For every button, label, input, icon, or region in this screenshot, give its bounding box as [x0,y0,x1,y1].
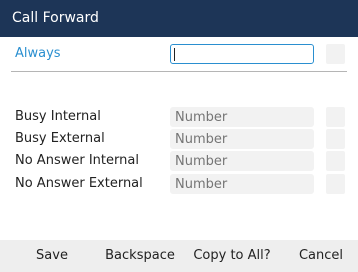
always-toggle-checkbox[interactable] [326,44,345,64]
copy-to-all-softkey[interactable]: Copy to All? [186,240,278,272]
busy-internal-number-input[interactable] [170,107,314,127]
forward-row-always[interactable]: Always [0,43,358,65]
busy-internal-toggle-checkbox[interactable] [326,107,345,127]
call-forward-screen: Call Forward Always Busy Internal Busy E… [0,0,358,272]
no-answer-internal-label: No Answer Internal [15,153,139,168]
text-cursor [174,48,175,61]
no-answer-external-number-input[interactable] [170,174,314,194]
busy-external-number-input[interactable] [170,129,314,149]
forward-row-no-answer-external[interactable]: No Answer External [0,173,358,195]
backspace-softkey[interactable]: Backspace [100,240,180,272]
save-softkey[interactable]: Save [24,240,80,272]
softkey-bar: Save Backspace Copy to All? Cancel [0,240,358,272]
no-answer-external-label: No Answer External [15,176,143,191]
no-answer-internal-number-input[interactable] [170,151,314,171]
busy-external-toggle-checkbox[interactable] [326,129,345,149]
forward-row-busy-internal[interactable]: Busy Internal [0,106,358,128]
forward-row-busy-external[interactable]: Busy External [0,128,358,150]
busy-internal-label: Busy Internal [15,109,101,124]
always-number-input[interactable] [170,44,314,64]
title-bar: Call Forward [0,0,358,37]
no-answer-internal-toggle-checkbox[interactable] [326,151,345,171]
divider [11,71,347,72]
page-title: Call Forward [12,10,99,26]
forward-row-no-answer-internal[interactable]: No Answer Internal [0,150,358,172]
cancel-softkey[interactable]: Cancel [290,240,352,272]
no-answer-external-toggle-checkbox[interactable] [326,174,345,194]
always-label: Always [15,46,61,61]
busy-external-label: Busy External [15,131,105,146]
